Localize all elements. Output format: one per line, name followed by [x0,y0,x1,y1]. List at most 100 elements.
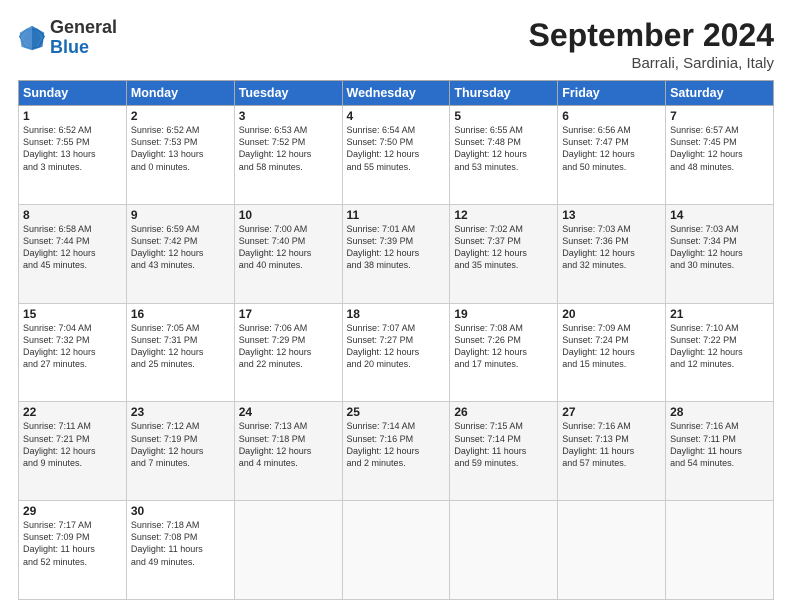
calendar-week-row: 8Sunrise: 6:58 AM Sunset: 7:44 PM Daylig… [19,204,774,303]
day-info: Sunrise: 7:18 AM Sunset: 7:08 PM Dayligh… [131,519,230,568]
table-row: 11Sunrise: 7:01 AM Sunset: 7:39 PM Dayli… [342,204,450,303]
month-title: September 2024 [529,18,774,53]
location-subtitle: Barrali, Sardinia, Italy [529,55,774,72]
col-saturday: Saturday [666,81,774,106]
day-number: 8 [23,208,122,222]
day-info: Sunrise: 7:03 AM Sunset: 7:36 PM Dayligh… [562,223,661,272]
table-row: 14Sunrise: 7:03 AM Sunset: 7:34 PM Dayli… [666,204,774,303]
day-number: 5 [454,109,553,123]
day-number: 6 [562,109,661,123]
table-row: 6Sunrise: 6:56 AM Sunset: 7:47 PM Daylig… [558,106,666,205]
header: General Blue September 2024 Barrali, Sar… [18,18,774,72]
col-thursday: Thursday [450,81,558,106]
day-info: Sunrise: 6:52 AM Sunset: 7:55 PM Dayligh… [23,124,122,173]
table-row: 20Sunrise: 7:09 AM Sunset: 7:24 PM Dayli… [558,303,666,402]
day-info: Sunrise: 7:16 AM Sunset: 7:13 PM Dayligh… [562,420,661,469]
day-info: Sunrise: 7:01 AM Sunset: 7:39 PM Dayligh… [347,223,446,272]
day-number: 14 [670,208,769,222]
day-info: Sunrise: 6:55 AM Sunset: 7:48 PM Dayligh… [454,124,553,173]
table-row [450,501,558,600]
day-info: Sunrise: 7:09 AM Sunset: 7:24 PM Dayligh… [562,322,661,371]
day-info: Sunrise: 6:59 AM Sunset: 7:42 PM Dayligh… [131,223,230,272]
table-row: 1Sunrise: 6:52 AM Sunset: 7:55 PM Daylig… [19,106,127,205]
day-info: Sunrise: 6:58 AM Sunset: 7:44 PM Dayligh… [23,223,122,272]
day-info: Sunrise: 6:52 AM Sunset: 7:53 PM Dayligh… [131,124,230,173]
day-number: 2 [131,109,230,123]
day-info: Sunrise: 7:12 AM Sunset: 7:19 PM Dayligh… [131,420,230,469]
table-row: 7Sunrise: 6:57 AM Sunset: 7:45 PM Daylig… [666,106,774,205]
calendar-week-row: 1Sunrise: 6:52 AM Sunset: 7:55 PM Daylig… [19,106,774,205]
col-tuesday: Tuesday [234,81,342,106]
table-row: 29Sunrise: 7:17 AM Sunset: 7:09 PM Dayli… [19,501,127,600]
table-row: 3Sunrise: 6:53 AM Sunset: 7:52 PM Daylig… [234,106,342,205]
day-number: 3 [239,109,338,123]
day-number: 30 [131,504,230,518]
table-row: 17Sunrise: 7:06 AM Sunset: 7:29 PM Dayli… [234,303,342,402]
day-info: Sunrise: 7:06 AM Sunset: 7:29 PM Dayligh… [239,322,338,371]
day-info: Sunrise: 7:15 AM Sunset: 7:14 PM Dayligh… [454,420,553,469]
table-row: 9Sunrise: 6:59 AM Sunset: 7:42 PM Daylig… [126,204,234,303]
calendar-week-row: 29Sunrise: 7:17 AM Sunset: 7:09 PM Dayli… [19,501,774,600]
table-row: 24Sunrise: 7:13 AM Sunset: 7:18 PM Dayli… [234,402,342,501]
day-number: 20 [562,307,661,321]
logo-general-text: General [50,17,117,37]
day-info: Sunrise: 6:54 AM Sunset: 7:50 PM Dayligh… [347,124,446,173]
table-row: 2Sunrise: 6:52 AM Sunset: 7:53 PM Daylig… [126,106,234,205]
day-number: 13 [562,208,661,222]
day-number: 11 [347,208,446,222]
col-friday: Friday [558,81,666,106]
day-number: 7 [670,109,769,123]
day-number: 28 [670,405,769,419]
day-info: Sunrise: 6:57 AM Sunset: 7:45 PM Dayligh… [670,124,769,173]
calendar-week-row: 15Sunrise: 7:04 AM Sunset: 7:32 PM Dayli… [19,303,774,402]
logo: General Blue [18,18,117,58]
day-info: Sunrise: 7:13 AM Sunset: 7:18 PM Dayligh… [239,420,338,469]
day-number: 16 [131,307,230,321]
day-number: 27 [562,405,661,419]
col-sunday: Sunday [19,81,127,106]
day-info: Sunrise: 7:17 AM Sunset: 7:09 PM Dayligh… [23,519,122,568]
day-info: Sunrise: 7:07 AM Sunset: 7:27 PM Dayligh… [347,322,446,371]
day-info: Sunrise: 6:56 AM Sunset: 7:47 PM Dayligh… [562,124,661,173]
day-number: 23 [131,405,230,419]
day-info: Sunrise: 7:11 AM Sunset: 7:21 PM Dayligh… [23,420,122,469]
day-info: Sunrise: 7:16 AM Sunset: 7:11 PM Dayligh… [670,420,769,469]
logo-text: General Blue [50,18,117,58]
day-info: Sunrise: 7:08 AM Sunset: 7:26 PM Dayligh… [454,322,553,371]
day-number: 29 [23,504,122,518]
page: General Blue September 2024 Barrali, Sar… [0,0,792,612]
table-row [666,501,774,600]
table-row: 26Sunrise: 7:15 AM Sunset: 7:14 PM Dayli… [450,402,558,501]
day-number: 24 [239,405,338,419]
day-info: Sunrise: 7:05 AM Sunset: 7:31 PM Dayligh… [131,322,230,371]
day-number: 18 [347,307,446,321]
table-row: 13Sunrise: 7:03 AM Sunset: 7:36 PM Dayli… [558,204,666,303]
table-row: 10Sunrise: 7:00 AM Sunset: 7:40 PM Dayli… [234,204,342,303]
table-row: 30Sunrise: 7:18 AM Sunset: 7:08 PM Dayli… [126,501,234,600]
table-row: 8Sunrise: 6:58 AM Sunset: 7:44 PM Daylig… [19,204,127,303]
table-row: 12Sunrise: 7:02 AM Sunset: 7:37 PM Dayli… [450,204,558,303]
table-row: 16Sunrise: 7:05 AM Sunset: 7:31 PM Dayli… [126,303,234,402]
day-info: Sunrise: 7:02 AM Sunset: 7:37 PM Dayligh… [454,223,553,272]
logo-icon [18,24,46,52]
calendar-table: Sunday Monday Tuesday Wednesday Thursday… [18,80,774,600]
col-wednesday: Wednesday [342,81,450,106]
calendar-header-row: Sunday Monday Tuesday Wednesday Thursday… [19,81,774,106]
table-row: 28Sunrise: 7:16 AM Sunset: 7:11 PM Dayli… [666,402,774,501]
day-info: Sunrise: 7:03 AM Sunset: 7:34 PM Dayligh… [670,223,769,272]
day-number: 17 [239,307,338,321]
table-row: 15Sunrise: 7:04 AM Sunset: 7:32 PM Dayli… [19,303,127,402]
day-number: 12 [454,208,553,222]
table-row: 25Sunrise: 7:14 AM Sunset: 7:16 PM Dayli… [342,402,450,501]
table-row: 18Sunrise: 7:07 AM Sunset: 7:27 PM Dayli… [342,303,450,402]
day-number: 26 [454,405,553,419]
day-number: 9 [131,208,230,222]
day-info: Sunrise: 7:10 AM Sunset: 7:22 PM Dayligh… [670,322,769,371]
day-info: Sunrise: 6:53 AM Sunset: 7:52 PM Dayligh… [239,124,338,173]
day-number: 21 [670,307,769,321]
day-number: 1 [23,109,122,123]
day-number: 19 [454,307,553,321]
table-row: 27Sunrise: 7:16 AM Sunset: 7:13 PM Dayli… [558,402,666,501]
table-row: 23Sunrise: 7:12 AM Sunset: 7:19 PM Dayli… [126,402,234,501]
day-number: 10 [239,208,338,222]
